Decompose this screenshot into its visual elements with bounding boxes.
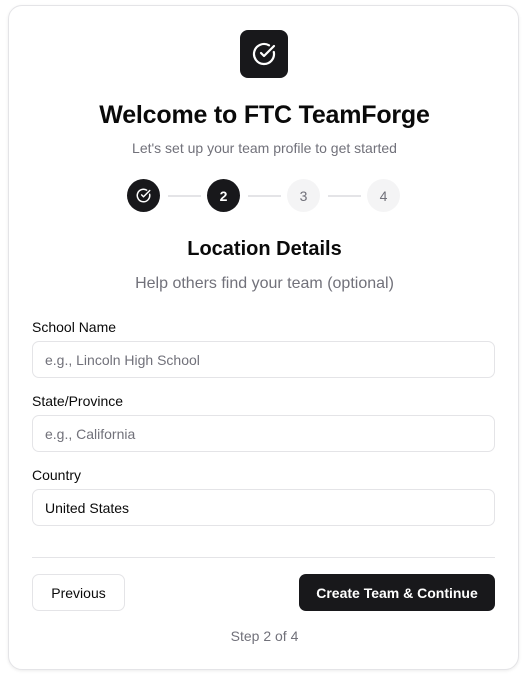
section-title: Location Details [187,238,342,260]
step-4: 4 [367,179,400,212]
divider [32,557,495,558]
state-province-input[interactable] [32,415,495,452]
check-circle-icon [252,42,276,66]
country-input[interactable] [32,489,495,526]
step-connector [328,195,361,197]
step-indicator-text: Step 2 of 4 [230,628,299,644]
school-name-label: School Name [32,319,117,335]
country-label: Country [32,467,82,483]
onboarding-card: Welcome to FTC TeamForge Let's set up yo… [8,5,519,670]
check-circle-icon [136,188,151,203]
step-3: 3 [287,179,320,212]
step-1-complete [127,179,160,212]
step-2-active: 2 [207,179,240,212]
page-subtitle: Let's set up your team profile to get st… [132,140,397,156]
create-team-continue-button[interactable]: Create Team & Continue [299,574,495,611]
logo [240,30,288,78]
school-name-input[interactable] [32,341,495,378]
step-connector [248,195,281,197]
previous-button[interactable]: Previous [32,574,125,611]
state-province-label: State/Province [32,393,124,409]
progress-stepper: 2 3 4 [127,179,402,213]
section-subtitle: Help others find your team (optional) [135,275,394,292]
page-title: Welcome to FTC TeamForge [99,101,430,129]
step-connector [168,195,201,197]
